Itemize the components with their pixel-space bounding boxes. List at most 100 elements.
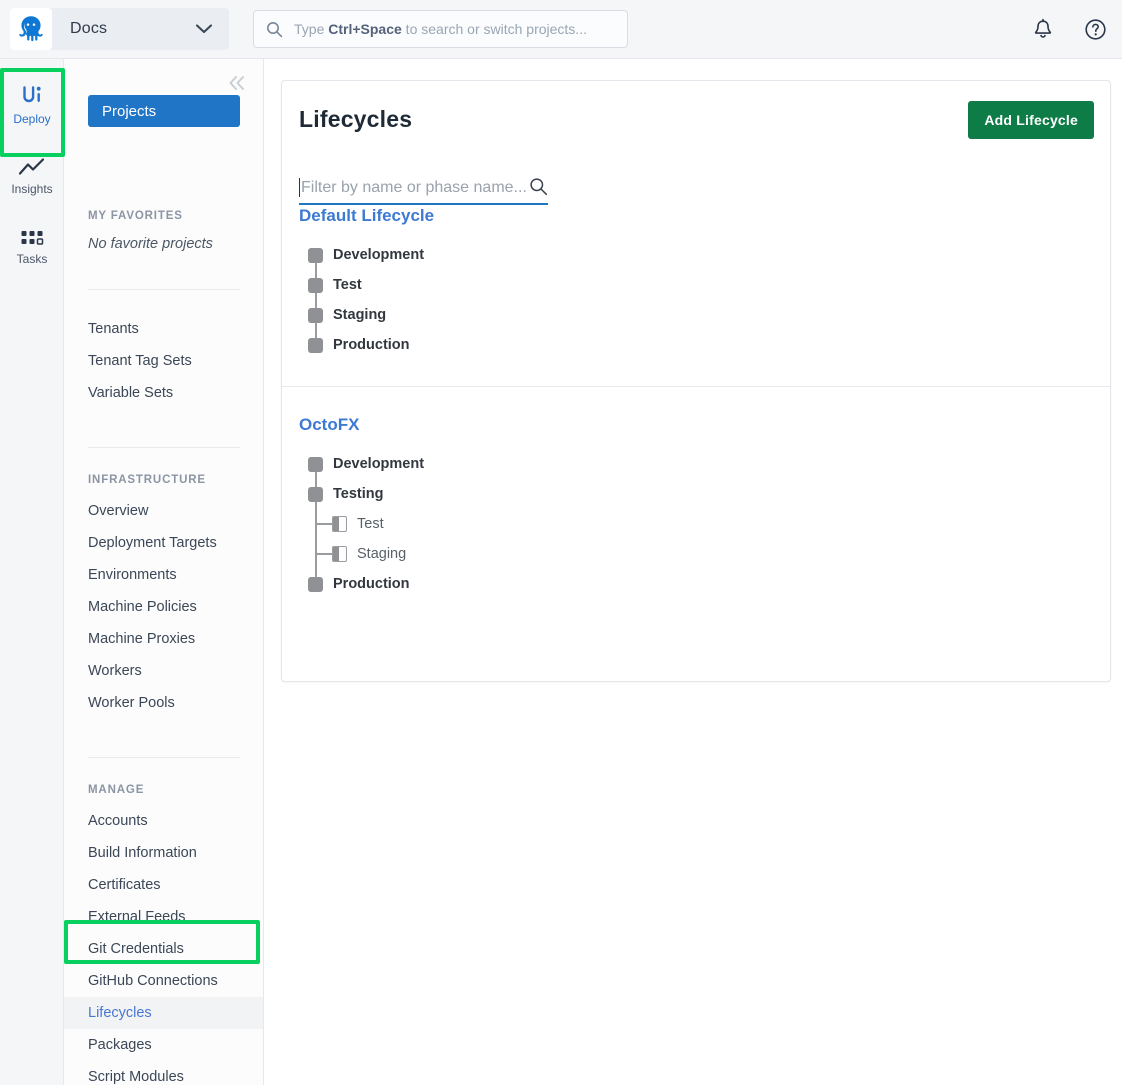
nav-label: Machine Proxies bbox=[88, 631, 196, 647]
favorites-empty-text: No favorite projects bbox=[88, 236, 213, 252]
sidebar-item-script-modules[interactable]: Script Modules bbox=[64, 1061, 263, 1085]
phase-row: Test bbox=[299, 270, 1110, 300]
sidebar-item-tenants[interactable]: Tenants bbox=[64, 313, 263, 345]
sidebar-item-git-credentials[interactable]: Git Credentials bbox=[64, 933, 263, 965]
nav-label: Build Information bbox=[88, 845, 197, 861]
sidebar-top-group: Tenants Tenant Tag Sets Variable Sets bbox=[64, 313, 263, 409]
infrastructure-heading: INFRASTRUCTURE bbox=[88, 474, 206, 486]
search-icon bbox=[266, 21, 283, 38]
phase-label: Test bbox=[333, 277, 362, 293]
phase-row: Production bbox=[299, 330, 1110, 360]
phase-label: Production bbox=[333, 576, 410, 592]
phase-list: Development Test Staging Production bbox=[299, 240, 1110, 386]
filter-placeholder: Filter by name or phase name... bbox=[301, 179, 527, 196]
phase-label: Development bbox=[333, 247, 425, 263]
sidebar-item-worker-pools[interactable]: Worker Pools bbox=[64, 687, 263, 719]
sidebar-item-github-connections[interactable]: GitHub Connections bbox=[64, 965, 263, 997]
phase-label: Staging bbox=[357, 546, 407, 562]
rail-item-label: Tasks bbox=[16, 251, 48, 266]
phase-connector-line bbox=[315, 255, 317, 345]
nav-label: Certificates bbox=[88, 877, 161, 893]
sidebar-item-accounts[interactable]: Accounts bbox=[64, 805, 263, 837]
sidebar-divider bbox=[88, 289, 240, 290]
sidebar-nav: Projects MY FAVORITES No favorite projec… bbox=[64, 59, 264, 1085]
rail-item-label: Deploy bbox=[13, 111, 51, 126]
sidebar-item-lifecycles[interactable]: Lifecycles bbox=[64, 997, 263, 1029]
lifecycle-filter-input[interactable]: Filter by name or phase name... bbox=[299, 177, 548, 205]
projects-button-label: Projects bbox=[102, 102, 157, 120]
space-switcher[interactable]: Docs bbox=[10, 8, 229, 50]
global-search-input[interactable]: Type Ctrl+Space to search or switch proj… bbox=[253, 10, 628, 48]
phase-row-child: Test bbox=[299, 509, 1110, 539]
sidebar-item-tenant-tag-sets[interactable]: Tenant Tag Sets bbox=[64, 345, 263, 377]
phase-label: Production bbox=[333, 337, 410, 353]
add-lifecycle-button[interactable]: Add Lifecycle bbox=[968, 101, 1094, 139]
projects-button[interactable]: Projects bbox=[88, 95, 240, 127]
rail-item-insights[interactable]: Insights bbox=[0, 138, 64, 208]
sidebar-item-environments[interactable]: Environments bbox=[64, 559, 263, 591]
insights-trend-icon bbox=[18, 151, 46, 177]
favorites-heading: MY FAVORITES bbox=[88, 210, 183, 222]
sidebar-item-variable-sets[interactable]: Variable Sets bbox=[64, 377, 263, 409]
octopus-logo-icon bbox=[10, 8, 52, 50]
chevron-down-icon[interactable] bbox=[195, 23, 213, 35]
search-placeholder-prefix: Type bbox=[294, 21, 329, 37]
help-circle-icon[interactable] bbox=[1082, 17, 1108, 43]
sidebar-item-deployment-targets[interactable]: Deployment Targets bbox=[64, 527, 263, 559]
nav-label: Workers bbox=[88, 663, 142, 679]
phase-label: Staging bbox=[333, 307, 387, 323]
phase-square-icon bbox=[308, 486, 323, 502]
lifecycles-header: Lifecycles Add Lifecycle Filter by name … bbox=[282, 81, 1110, 205]
nav-label: Machine Policies bbox=[88, 599, 197, 615]
phase-row: Development bbox=[299, 240, 1110, 270]
page-title: Lifecycles bbox=[299, 106, 413, 132]
search-placeholder-shortcut: Ctrl+Space bbox=[328, 21, 402, 37]
phase-branch-line bbox=[315, 523, 333, 525]
sidebar-divider bbox=[88, 447, 240, 448]
deploy-icon bbox=[19, 81, 45, 107]
phase-label: Test bbox=[357, 516, 384, 532]
sidebar-scroll: MY FAVORITES No favorite projects Tenant… bbox=[64, 145, 263, 1085]
nav-label: Accounts bbox=[88, 813, 148, 829]
top-bar: Docs Type Ctrl+Space to search or switch… bbox=[0, 0, 1122, 59]
lifecycle-section: OctoFX Development Testing Test Staging … bbox=[282, 387, 1110, 681]
phase-square-icon bbox=[308, 337, 323, 353]
sidebar-manage-group: Accounts Build Information Certificates … bbox=[64, 805, 263, 1085]
phase-square-icon bbox=[308, 307, 323, 323]
nav-label: GitHub Connections bbox=[88, 973, 218, 989]
nav-label: External Feeds bbox=[88, 909, 186, 925]
tasks-grid-icon bbox=[20, 221, 44, 247]
phase-row-child: Staging bbox=[299, 539, 1110, 569]
sidebar-item-build-information[interactable]: Build Information bbox=[64, 837, 263, 869]
sidebar-item-certificates[interactable]: Certificates bbox=[64, 869, 263, 901]
lifecycle-name-link[interactable]: OctoFX bbox=[299, 387, 1110, 435]
nav-label: Environments bbox=[88, 567, 177, 583]
phase-label: Development bbox=[333, 456, 425, 472]
sidebar-item-machine-policies[interactable]: Machine Policies bbox=[64, 591, 263, 623]
phase-row: Production bbox=[299, 569, 1110, 599]
sidebar-item-external-feeds[interactable]: External Feeds bbox=[64, 901, 263, 933]
lifecycles-card: Lifecycles Add Lifecycle Filter by name … bbox=[281, 80, 1111, 682]
sidebar-item-overview[interactable]: Overview bbox=[64, 495, 263, 527]
sidebar-item-machine-proxies[interactable]: Machine Proxies bbox=[64, 623, 263, 655]
chevron-double-left-icon[interactable] bbox=[227, 75, 247, 94]
octopus-deploy-app: Docs Type Ctrl+Space to search or switch… bbox=[0, 0, 1122, 1085]
search-icon[interactable] bbox=[529, 177, 548, 196]
sidebar-item-packages[interactable]: Packages bbox=[64, 1029, 263, 1061]
nav-label: Git Credentials bbox=[88, 941, 184, 957]
rail-item-tasks[interactable]: Tasks bbox=[0, 208, 64, 278]
sidebar-item-workers[interactable]: Workers bbox=[64, 655, 263, 687]
nav-label: Tenant Tag Sets bbox=[88, 353, 192, 369]
rail-item-label: Insights bbox=[11, 181, 53, 196]
left-rail: Deploy Insights Tasks bbox=[0, 59, 64, 1085]
topbar-actions bbox=[1030, 0, 1108, 59]
sidebar-infrastructure-group: Overview Deployment Targets Environments… bbox=[64, 495, 263, 719]
nav-label: Packages bbox=[88, 1037, 152, 1053]
bell-icon[interactable] bbox=[1030, 17, 1056, 43]
rail-item-deploy[interactable]: Deploy bbox=[0, 68, 64, 138]
phase-square-icon bbox=[308, 247, 323, 263]
nav-label: Script Modules bbox=[88, 1069, 184, 1085]
nav-label: Overview bbox=[88, 503, 149, 519]
nav-label: Variable Sets bbox=[88, 385, 174, 401]
phase-square-icon bbox=[308, 576, 323, 592]
